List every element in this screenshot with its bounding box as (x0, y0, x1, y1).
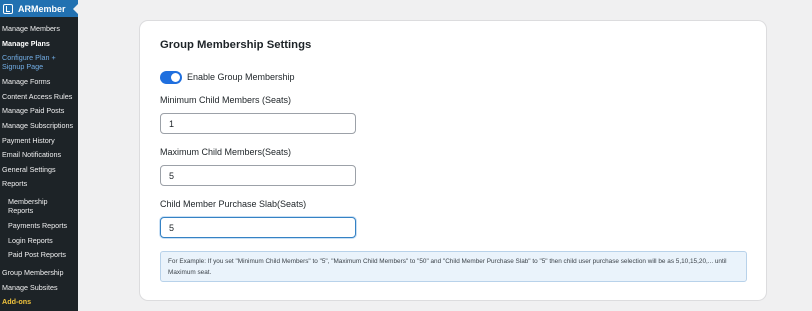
sidebar-item-membership-reports-line2[interactable]: Reports (8, 206, 33, 215)
sidebar-item-general-settings[interactable]: General Settings (2, 165, 56, 174)
current-menu-arrow-icon (73, 4, 78, 14)
enable-group-membership-toggle[interactable] (160, 71, 182, 84)
sidebar-item-add-ons[interactable]: Add-ons (2, 297, 31, 306)
example-note: For Example: If you set "Minimum Child M… (160, 251, 747, 282)
toggle-knob (171, 73, 180, 82)
sidebar-item-membership-reports-line1[interactable]: Membership (8, 197, 48, 206)
plugin-title: ARMember (18, 3, 66, 14)
min-child-members-label: Minimum Child Members (Seats) (160, 95, 292, 105)
sidebar-item-reports[interactable]: Reports (2, 179, 27, 188)
sidebar-item-email-notifications[interactable]: Email Notifications (2, 150, 61, 159)
sidebar-item-manage-subscriptions[interactable]: Manage Subscriptions (2, 121, 73, 130)
max-child-members-input[interactable] (160, 165, 356, 186)
sidebar-item-signup-page[interactable]: Signup Page (2, 62, 43, 71)
sidebar-item-manage-subsites[interactable]: Manage Subsites (2, 283, 58, 292)
sidebar-item-manage-plans[interactable]: Manage Plans (2, 39, 50, 48)
sidebar-item-login-reports[interactable]: Login Reports (8, 236, 53, 245)
min-child-members-input[interactable] (160, 113, 356, 134)
sidebar-item-payments-reports[interactable]: Payments Reports (8, 221, 67, 230)
group-membership-settings-card: Group Membership Settings Enable Group M… (139, 20, 767, 301)
sidebar-item-configure-plan[interactable]: Configure Plan + (2, 53, 56, 62)
section-title: Group Membership Settings (160, 39, 312, 51)
sidebar-item-manage-forms[interactable]: Manage Forms (2, 77, 50, 86)
max-child-members-label: Maximum Child Members(Seats) (160, 147, 292, 157)
sidebar-item-content-access-rules[interactable]: Content Access Rules (2, 92, 72, 101)
sidebar-item-group-membership[interactable]: Group Membership (2, 268, 64, 277)
admin-sidebar: ARMember Manage Members Manage Plans Con… (0, 0, 78, 311)
sidebar-item-manage-members[interactable]: Manage Members (2, 24, 60, 33)
armember-logo-icon (3, 3, 13, 14)
purchase-slab-label: Child Member Purchase Slab(Seats) (160, 199, 307, 209)
enable-group-membership-label: Enable Group Membership (187, 72, 295, 82)
purchase-slab-input[interactable] (160, 217, 356, 238)
plugin-menu-header[interactable]: ARMember (0, 0, 78, 17)
sidebar-item-paid-post-reports[interactable]: Paid Post Reports (8, 250, 66, 259)
sidebar-item-manage-paid-posts[interactable]: Manage Paid Posts (2, 106, 64, 115)
sidebar-item-payment-history[interactable]: Payment History (2, 136, 55, 145)
